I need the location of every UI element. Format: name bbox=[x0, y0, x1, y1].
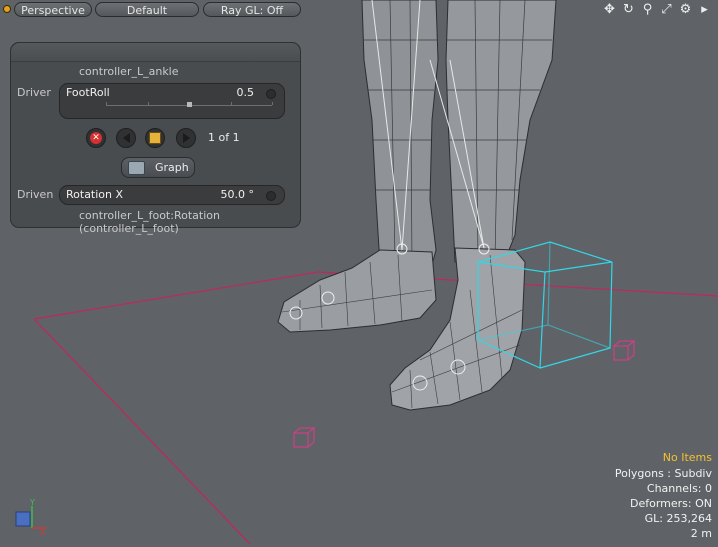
driver-label: Driver bbox=[17, 86, 51, 99]
axis-x-label: X bbox=[40, 528, 46, 537]
ground-plane-edge-left bbox=[33, 318, 251, 545]
close-icon: ✕ bbox=[90, 132, 102, 144]
gear-icon[interactable]: ⚙ bbox=[678, 2, 693, 17]
key-icon bbox=[149, 132, 161, 144]
driver-driven-panel: controller_L_ankle Driver FootRoll 0.5 ✕… bbox=[10, 42, 301, 235]
axis-gizmo: Y X bbox=[15, 498, 46, 537]
shading-dropdown[interactable]: Default bbox=[95, 2, 199, 17]
move-icon[interactable]: ✥ bbox=[602, 2, 617, 17]
panel-header[interactable] bbox=[11, 43, 300, 62]
selection-status: No Items bbox=[662, 451, 712, 464]
driven-field[interactable]: Rotation X 50.0 ° bbox=[59, 185, 285, 205]
scale-info: 2 m bbox=[690, 527, 712, 540]
graph-button[interactable]: Graph bbox=[121, 157, 195, 178]
driver-keyframe-indicator[interactable] bbox=[266, 89, 276, 99]
driven-path: controller_L_foot:Rotation (controller_L… bbox=[79, 209, 220, 235]
driver-channel: FootRoll bbox=[66, 86, 110, 99]
driven-value: 50.0 ° bbox=[220, 188, 255, 201]
graph-button-label: Graph bbox=[155, 161, 189, 174]
delete-key-button[interactable]: ✕ bbox=[86, 128, 106, 148]
gl-info: GL: 253,264 bbox=[644, 512, 712, 525]
previous-key-button[interactable] bbox=[116, 128, 136, 148]
driver-field[interactable]: FootRoll 0.5 bbox=[59, 83, 285, 119]
axis-y-label: Y bbox=[29, 498, 35, 507]
maximize-icon[interactable]: ⤢ bbox=[659, 2, 674, 17]
next-key-button[interactable] bbox=[176, 128, 196, 148]
play-forward-icon bbox=[182, 133, 190, 143]
raygl-dropdown[interactable]: Ray GL: Off bbox=[203, 2, 301, 17]
viewport-nav-icons: ✥ ↻ ⚲ ⤢ ⚙ ▸ bbox=[602, 2, 712, 17]
key-counter: 1 of 1 bbox=[208, 131, 240, 144]
polygons-info: Polygons : Subdiv bbox=[614, 467, 712, 480]
graph-icon bbox=[128, 161, 145, 175]
locator-right[interactable] bbox=[613, 340, 636, 361]
driver-slider[interactable] bbox=[106, 102, 273, 107]
play-back-icon bbox=[122, 133, 130, 143]
chevron-right-icon[interactable]: ▸ bbox=[697, 2, 712, 17]
channels-info: Channels: 0 bbox=[646, 482, 712, 495]
right-foot bbox=[277, 249, 437, 333]
zoom-icon[interactable]: ⚲ bbox=[640, 2, 655, 17]
rotate-icon[interactable]: ↻ bbox=[621, 2, 636, 17]
panel-title: controller_L_ankle bbox=[79, 65, 179, 78]
set-key-button[interactable] bbox=[145, 128, 165, 148]
driver-value: 0.5 bbox=[236, 86, 255, 99]
driven-label: Driven bbox=[17, 188, 54, 201]
locator-left[interactable] bbox=[293, 427, 316, 448]
driven-channel: Rotation X bbox=[66, 188, 124, 201]
deformers-info: Deformers: ON bbox=[630, 497, 712, 510]
driven-keyframe-indicator[interactable] bbox=[266, 191, 276, 201]
slider-thumb[interactable] bbox=[187, 102, 192, 107]
viewport-menu-dot[interactable] bbox=[3, 5, 11, 13]
view-type-dropdown[interactable]: Perspective bbox=[14, 2, 92, 17]
